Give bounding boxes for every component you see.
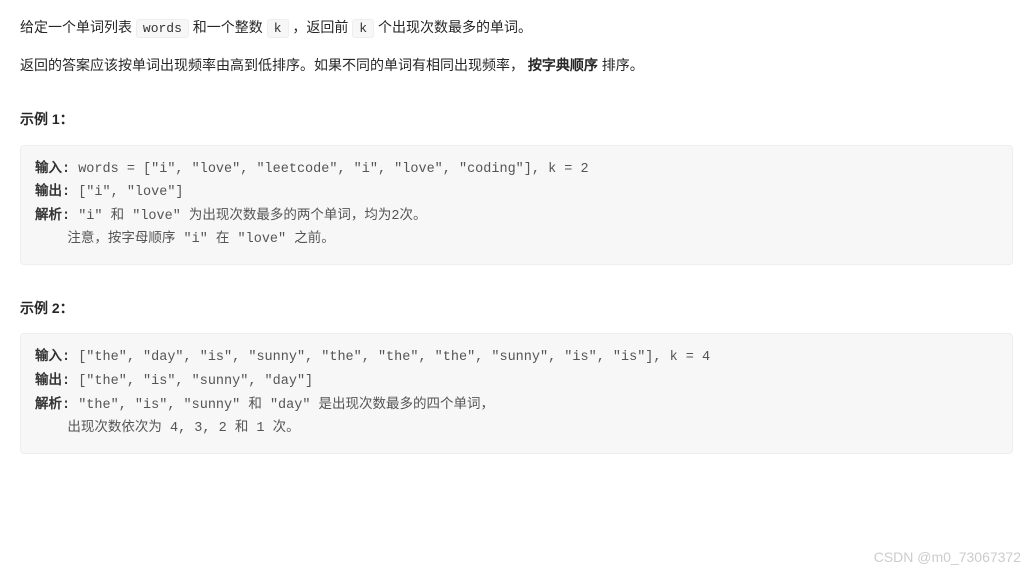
explain-cont: 出现次数依次为 4, 3, 2 和 1 次。: [35, 421, 300, 436]
explain-cont: 注意，按字母顺序 "i" 在 "love" 之前。: [35, 232, 335, 247]
text: 给定一个单词列表: [20, 19, 136, 35]
explain-value: "the", "is", "sunny" 和 "day" 是出现次数最多的四个单…: [70, 398, 494, 413]
explain-value: "i" 和 "love" 为出现次数最多的两个单词，均为2次。: [70, 209, 426, 224]
watermark: CSDN @m0_73067372: [874, 546, 1021, 568]
example-1-block: 输入: words = ["i", "love", "leetcode", "i…: [20, 145, 1013, 266]
input-label: 输入:: [35, 162, 70, 177]
output-label: 输出:: [35, 374, 70, 389]
text: 排序。: [598, 57, 644, 73]
input-label: 输入:: [35, 350, 70, 365]
text: 个出现次数最多的单词。: [374, 19, 532, 35]
code-words: words: [136, 19, 189, 38]
input-value: words = ["i", "love", "leetcode", "i", "…: [70, 162, 588, 177]
text: 返回的答案应该按单词出现频率由高到低排序。如果不同的单词有相同出现频率，: [20, 57, 528, 73]
output-value: ["i", "love"]: [70, 185, 183, 200]
bold-lexicographical: 按字典顺序: [528, 57, 598, 73]
example-1-title: 示例 1：: [20, 108, 1013, 130]
text: 和一个整数: [189, 19, 267, 35]
desc-line-1: 给定一个单词列表 words 和一个整数 k ，返回前 k 个出现次数最多的单词…: [20, 16, 1013, 40]
code-k: k: [267, 19, 289, 38]
code-k-2: k: [352, 19, 374, 38]
output-value: ["the", "is", "sunny", "day"]: [70, 374, 313, 389]
problem-description: 给定一个单词列表 words 和一个整数 k ，返回前 k 个出现次数最多的单词…: [20, 16, 1013, 76]
example-2-block: 输入: ["the", "day", "is", "sunny", "the",…: [20, 333, 1013, 454]
explain-label: 解析:: [35, 209, 70, 224]
output-label: 输出:: [35, 185, 70, 200]
text: ，返回前: [289, 19, 353, 35]
desc-line-2: 返回的答案应该按单词出现频率由高到低排序。如果不同的单词有相同出现频率， 按字典…: [20, 54, 1013, 76]
input-value: ["the", "day", "is", "sunny", "the", "th…: [70, 350, 710, 365]
explain-label: 解析:: [35, 398, 70, 413]
example-2-title: 示例 2：: [20, 297, 1013, 319]
